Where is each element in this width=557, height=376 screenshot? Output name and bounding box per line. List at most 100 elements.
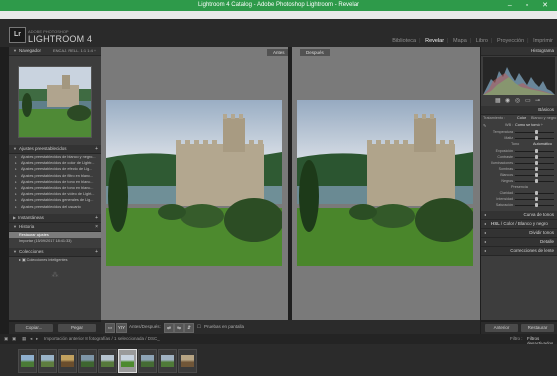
expand-triangle-icon: ▶ — [13, 214, 17, 220]
module-biblioteca[interactable]: Biblioteca — [392, 38, 416, 44]
graduated-filter-icon[interactable]: ▭ — [525, 97, 531, 104]
loupe-view-icon[interactable]: ▭ — [105, 323, 115, 333]
identity-plate: Lr ADOBE PHOTOSHOP LIGHTROOM 4 Bibliotec… — [0, 19, 557, 47]
presets-header[interactable]: ▼ Ajustes preestablecidos + — [9, 145, 101, 154]
color-tab[interactable]: Color — [503, 221, 514, 226]
wb-picker-icon[interactable]: ✎ — [483, 123, 486, 128]
copy-before-to-after-icon[interactable]: ⇄ — [164, 323, 174, 333]
before-photo[interactable] — [106, 100, 282, 266]
paste-settings-button[interactable]: Pegar — [58, 324, 96, 332]
clear-history-icon[interactable]: × — [95, 223, 98, 231]
navigator-header[interactable]: ▼ Navegador ENCAJ. RELL. 1:1 1:4 ÷ — [9, 47, 101, 56]
module-proyeccion[interactable]: Proyección — [497, 38, 524, 44]
right-panel-buttons: Anterior Restaurar — [481, 322, 557, 334]
collection-item[interactable]: ▸ ▣ Colecciones inteligentes — [9, 257, 101, 264]
add-snapshot-icon[interactable]: + — [95, 214, 98, 222]
histogram-title: Histograma — [530, 48, 554, 53]
red-eye-icon[interactable]: ◎ — [515, 97, 520, 104]
expand-triangle-icon: ◂ — [484, 248, 487, 253]
expand-triangle-icon: ◂ — [484, 230, 487, 235]
swap-before-after-icon[interactable]: ⇵ — [184, 323, 194, 333]
navigator-zoom-options[interactable]: ENCAJ. RELL. 1:1 1:4 ÷ — [53, 47, 96, 55]
tone-curve-header[interactable]: ◂ Curva de tonos — [481, 211, 557, 220]
filmstrip-thumbnail[interactable] — [38, 349, 57, 373]
navigator-thumbnail — [19, 67, 91, 137]
filmstrip-source-info[interactable]: Importación anterior 8 fotografías / 1 s… — [44, 336, 160, 341]
collapse-triangle-icon: ▼ — [13, 248, 17, 254]
adjustment-brush-icon[interactable]: ⊸ — [535, 97, 540, 104]
collection-label: Colecciones inteligentes — [26, 257, 68, 262]
module-libro[interactable]: Libro — [476, 38, 488, 44]
split-toning-header[interactable]: ◂ Dividir tonos — [481, 229, 557, 238]
castle-photo-before — [106, 100, 282, 266]
window-controls[interactable]: – ▫ ✕ — [508, 0, 554, 11]
filmstrip-thumbnail[interactable] — [78, 349, 97, 373]
previous-button[interactable]: Anterior — [485, 324, 518, 332]
lens-corrections-header[interactable]: ◂ Correcciones de lente — [481, 247, 557, 256]
castle-photo-after — [297, 100, 473, 266]
filmstrip-thumbnail-selected[interactable] — [118, 349, 137, 373]
after-label: Después — [300, 49, 330, 56]
add-collection-icon[interactable]: + — [95, 248, 98, 256]
histogram — [483, 57, 555, 95]
basic-header[interactable]: Básicos — [481, 106, 557, 115]
history-header[interactable]: ▼ Historia × — [9, 222, 101, 232]
before-after-label: Antes/Después: — [129, 324, 161, 329]
before-after-view: Antes Después — [101, 47, 480, 320]
filter-label: Filtro : — [510, 336, 523, 341]
expand-triangle-icon: ◂ — [484, 212, 487, 217]
spot-removal-icon[interactable]: ◉ — [505, 97, 510, 104]
hsl-header[interactable]: ◂ HSL / Color / Blanco y negro — [481, 220, 557, 229]
filmstrip-thumbnail[interactable] — [138, 349, 157, 373]
histogram-header[interactable]: Histograma — [481, 47, 557, 56]
filmstrip-thumbnail[interactable] — [18, 349, 37, 373]
softproof-checkbox-icon[interactable]: ☐ — [197, 324, 201, 330]
after-photo[interactable] — [297, 100, 473, 266]
treatment-bw[interactable]: Blanco y negro — [531, 116, 556, 120]
history-title: Historia — [18, 223, 35, 229]
filmstrip-thumbnail[interactable] — [178, 349, 197, 373]
window-title: Lightroom 4 Catalog - Adobe Photoshop Li… — [197, 2, 360, 8]
navigator-preview[interactable] — [18, 66, 92, 138]
tone-auto-button[interactable]: Automático — [533, 142, 552, 146]
snapshots-header[interactable]: ▶ Instantáneas + — [9, 213, 101, 223]
back-arrow-icon[interactable]: ◂ — [30, 336, 32, 342]
reset-button[interactable]: Restaurar — [521, 324, 554, 332]
collapse-triangle-icon: ▼ — [13, 146, 17, 151]
toolbar: ▭ YIY Antes/Después: ⇄ ⇆ ⇵ ☐ Pruebas en … — [101, 320, 480, 334]
tool-strip: ▦ ◉ ◎ ▭ ⊸ — [481, 96, 557, 106]
before-after-mode-button[interactable]: YIY — [116, 323, 127, 333]
detail-header[interactable]: ◂ Detalle — [481, 238, 557, 247]
softproof-label: Pruebas en pantalla — [204, 324, 245, 329]
collections-title: Colecciones — [18, 248, 44, 254]
before-label: Antes — [267, 49, 291, 56]
copy-settings-button[interactable]: Copiar... — [15, 324, 53, 332]
saturation-slider[interactable]: Saturación — [481, 202, 557, 208]
secondary-display-icon[interactable]: ▣ — [12, 336, 16, 342]
module-imprimir[interactable]: Imprimir — [533, 38, 553, 44]
smart-collection-icon: ▸ ▣ — [19, 257, 27, 262]
crop-tool-icon[interactable]: ▦ — [495, 97, 501, 104]
module-mapa[interactable]: Mapa — [453, 38, 467, 44]
preset-folder[interactable]: Ajustes preestablecidos del usuario — [9, 204, 101, 210]
filmstrip — [0, 344, 557, 376]
expand-triangle-icon: ◂ — [484, 221, 487, 226]
filmstrip-thumbnail[interactable] — [58, 349, 77, 373]
split-divider — [288, 47, 292, 320]
filmstrip-thumbnail[interactable] — [98, 349, 117, 373]
bw-tab[interactable]: Blanco y negro — [518, 221, 548, 226]
hsl-tab[interactable]: HSL — [491, 221, 500, 226]
second-window-icon[interactable]: ▣ — [4, 336, 8, 342]
left-panel: ▼ Navegador ENCAJ. RELL. 1:1 1:4 ÷ ▼ Ajust… — [9, 47, 101, 320]
add-preset-icon[interactable]: + — [95, 145, 98, 153]
collections-header[interactable]: ▼ Colecciones + — [9, 247, 101, 257]
menu-bar: Archivo Editar Revelar Fotografía Ajuste… — [0, 11, 557, 25]
wb-select[interactable]: Como se tomó ÷ — [515, 123, 543, 127]
module-revelar[interactable]: Revelar — [425, 38, 444, 44]
filmstrip-thumbnail[interactable] — [158, 349, 177, 373]
filmstrip-bar: ▣ ▣ ▦ ◂ ▸ Importación anterior 8 fotogra… — [0, 334, 557, 346]
treatment-color[interactable]: Color — [517, 116, 526, 120]
grid-view-icon[interactable]: ▦ — [22, 336, 26, 342]
copy-after-to-before-icon[interactable]: ⇆ — [174, 323, 184, 333]
forward-arrow-icon[interactable]: ▸ — [36, 336, 38, 342]
